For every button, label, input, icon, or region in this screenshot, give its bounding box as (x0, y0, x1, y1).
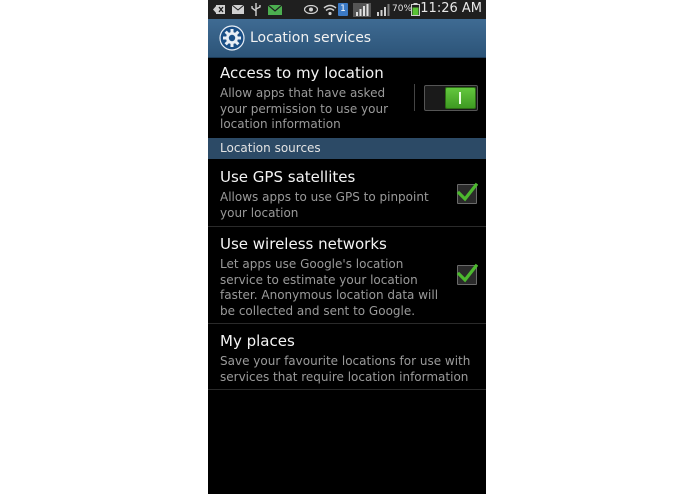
gmail-icon (268, 3, 282, 16)
wireless-checkbox[interactable] (456, 263, 478, 285)
gps-checkbox[interactable] (456, 182, 478, 204)
email-icon (232, 3, 244, 16)
gear-icon (219, 25, 245, 51)
status-bar: 1 70% 11:26 AM (208, 0, 486, 19)
sim-badge-icon: 1 (338, 3, 348, 16)
section-header-label: Location sources (220, 141, 321, 155)
toggle-on-mark (459, 92, 461, 104)
battery-icon (411, 3, 420, 16)
my-places-title: My places (220, 332, 295, 350)
toggle-thumb (445, 87, 476, 109)
signal-icon (353, 2, 371, 17)
title-bar: Location services (208, 19, 486, 58)
signal-icon-2 (376, 3, 390, 16)
section-header: Location sources (208, 138, 486, 159)
wifi-icon (323, 3, 337, 16)
phone-screen: 1 70% 11:26 AM Location services Access … (208, 0, 486, 494)
wireless-summary: Let apps use Google's location service t… (220, 257, 439, 318)
access-location-summary: Allow apps that have asked your permissi… (220, 86, 389, 131)
gps-title: Use GPS satellites (220, 168, 356, 186)
eye-icon (304, 3, 318, 16)
battery-percent: 70% (392, 4, 413, 14)
back-icon (213, 3, 225, 16)
access-location-title: Access to my location (220, 64, 384, 82)
usb-icon (251, 3, 261, 16)
my-places-summary: Save your favourite locations for use wi… (220, 354, 471, 384)
page-title: Location services (250, 30, 372, 46)
wireless-row[interactable]: Use wireless networks Let apps use Googl… (208, 227, 486, 324)
access-location-toggle[interactable] (424, 85, 478, 111)
gps-summary: Allows apps to use GPS to pinpoint your … (220, 190, 429, 220)
status-time: 11:26 AM (420, 1, 482, 16)
check-icon (456, 263, 478, 283)
wireless-title: Use wireless networks (220, 235, 387, 253)
my-places-row[interactable]: My places Save your favourite locations … (208, 324, 486, 390)
gps-row[interactable]: Use GPS satellites Allows apps to use GP… (208, 160, 486, 227)
toggle-divider (414, 84, 415, 111)
check-icon (456, 182, 478, 202)
